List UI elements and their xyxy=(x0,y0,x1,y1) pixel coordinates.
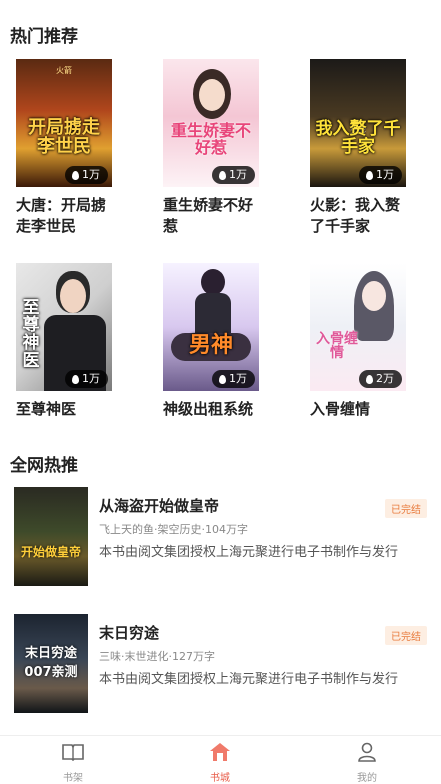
list-item[interactable]: 末日穷途 007亲测 末日穷途 已完结 三味·末世进化·127万字 本书由阅文集… xyxy=(14,614,427,714)
cover-text: 开始做皇帝 xyxy=(20,545,81,559)
cover-text: 重生娇妻不好惹 xyxy=(170,121,251,158)
reads-badge: 1万 xyxy=(212,370,255,388)
cover-text: 开局掳走李世民 xyxy=(28,117,100,158)
book-desc: 本书由阅文集团授权上海元聚进行电子书制作与发行 xyxy=(99,545,399,560)
home-icon xyxy=(210,743,230,761)
book-cover: 入骨缠情 2万 xyxy=(310,263,406,391)
status-badge: 已完结 xyxy=(385,626,427,645)
fire-icon xyxy=(72,374,79,384)
book-card[interactable]: 重生娇妻不好惹 1万 重生娇妻不好惹 xyxy=(163,59,259,237)
reads-badge: 1万 xyxy=(65,166,108,184)
fire-icon xyxy=(219,170,226,180)
cover-tag: 火箭 xyxy=(56,66,72,75)
book-card[interactable]: 入骨缠情 2万 入骨缠情 xyxy=(310,263,406,420)
book-cover: 男神 1万 xyxy=(163,263,259,391)
portrait-face xyxy=(199,79,225,111)
cover-text: 末日穷途 007亲测 xyxy=(24,646,78,680)
tab-label: 书架 xyxy=(63,773,83,784)
user-icon xyxy=(358,742,376,762)
list-item[interactable]: 开始做皇帝 从海盗开始做皇帝 已完结 飞上天的鱼·架空历史·104万字 本书由阅… xyxy=(14,487,427,587)
book-title[interactable]: 神级出租系统 xyxy=(163,399,267,420)
portrait-hair xyxy=(201,269,225,295)
reads-badge: 1万 xyxy=(65,370,108,388)
book-card[interactable]: 男神 1万 神级出租系统 xyxy=(163,263,259,420)
book-card[interactable]: 火影 我入赘了千手家 1万 火影：我入赘了千手家 xyxy=(310,59,406,237)
fire-icon xyxy=(219,374,226,384)
reads-badge: 1万 xyxy=(212,166,255,184)
book-title[interactable]: 火影：我入赘了千手家 xyxy=(310,195,414,237)
status-badge: 已完结 xyxy=(385,499,427,518)
fire-icon xyxy=(366,170,373,180)
cover-text: 男神 xyxy=(188,332,233,358)
book-icon xyxy=(62,744,84,762)
book-title[interactable]: 重生娇妻不好惹 xyxy=(163,195,267,237)
tab-label: 书城 xyxy=(210,773,230,784)
cover-text: 我入赘了千手家 xyxy=(315,119,401,158)
book-cover: 末日穷途 007亲测 xyxy=(14,614,88,713)
book-desc: 本书由阅文集团授权上海元聚进行电子书制作与发行 xyxy=(99,672,399,687)
tab-label: 我的 xyxy=(357,773,377,784)
fire-icon xyxy=(72,170,79,180)
network-section-title: 全网热推 xyxy=(10,456,78,476)
tab-mine[interactable]: 我的 xyxy=(337,742,397,784)
book-cover: 开始做皇帝 xyxy=(14,487,88,586)
hot-section-title: 热门推荐 xyxy=(10,27,78,47)
tab-bookstore[interactable]: 书城 xyxy=(190,742,250,784)
book-card[interactable]: 至尊神医 1万 至尊神医 xyxy=(16,263,112,420)
book-cover: 重生娇妻不好惹 1万 xyxy=(163,59,259,187)
tab-bookshelf[interactable]: 书架 xyxy=(43,742,103,784)
book-cover: 火箭 开局掳走李世民 1万 xyxy=(16,59,112,187)
book-title[interactable]: 大唐：开局掳走李世民 xyxy=(16,195,120,237)
bottom-tab-bar: 书架 书城 我的 xyxy=(0,735,441,784)
reads-badge: 1万 xyxy=(359,166,402,184)
portrait-face xyxy=(362,281,386,311)
book-title[interactable]: 从海盗开始做皇帝 xyxy=(99,495,219,516)
book-title[interactable]: 至尊神医 xyxy=(16,399,120,420)
cover-text: 至尊神医 xyxy=(22,297,40,372)
book-cover: 至尊神医 1万 xyxy=(16,263,112,391)
book-title[interactable]: 入骨缠情 xyxy=(310,399,414,420)
book-meta: 飞上天的鱼·架空历史·104万字 xyxy=(99,523,248,536)
book-title[interactable]: 末日穷途 xyxy=(99,622,159,643)
portrait-face xyxy=(60,279,86,313)
book-meta: 三味·末世进化·127万字 xyxy=(99,650,215,663)
cover-text: 入骨缠情 xyxy=(316,330,358,362)
fire-icon xyxy=(366,374,373,384)
reads-badge: 2万 xyxy=(359,370,402,388)
book-card[interactable]: 火箭 开局掳走李世民 1万 大唐：开局掳走李世民 xyxy=(16,59,112,237)
book-cover: 火影 我入赘了千手家 1万 xyxy=(310,59,406,187)
